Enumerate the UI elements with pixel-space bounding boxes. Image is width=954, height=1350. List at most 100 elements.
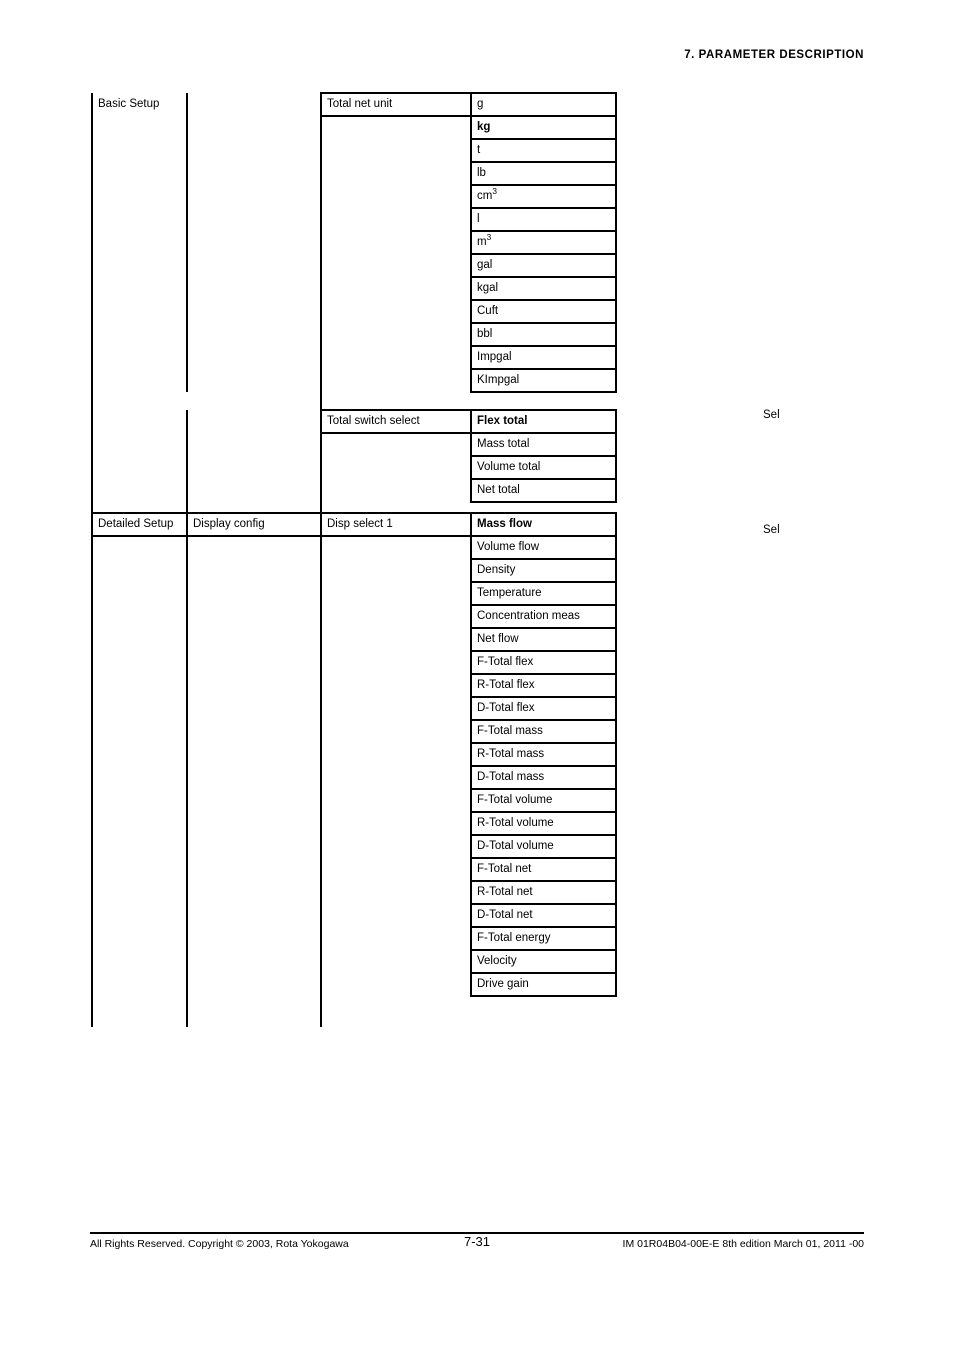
category-level2-continuation	[186, 300, 321, 323]
parameter-name-continuation	[320, 697, 471, 720]
footer-document-code: IM 01R04B04-00E-E 8th edition March 01, …	[622, 1238, 864, 1250]
option-value[interactable]: Velocity	[470, 950, 617, 974]
option-value[interactable]: Mass total	[470, 433, 617, 457]
table-row: Concentration meas	[91, 605, 617, 629]
option-value[interactable]: F-Total mass	[470, 720, 617, 744]
table-row: Net total	[91, 479, 617, 503]
option-value[interactable]: R-Total mass	[470, 743, 617, 767]
category-level2-continuation	[186, 697, 321, 720]
option-value[interactable]: F-Total volume	[470, 789, 617, 813]
category-level2-continuation	[186, 582, 321, 605]
option-value[interactable]: R-Total volume	[470, 812, 617, 836]
category-level2-continuation	[186, 254, 321, 277]
group-spacer-row	[91, 392, 616, 410]
table-row: Net flow	[91, 628, 617, 652]
tail-cell	[91, 996, 187, 1027]
table-row: kgal	[91, 277, 617, 301]
category-level1-continuation	[91, 536, 187, 559]
parameter-name[interactable]: Total net unit	[320, 92, 471, 117]
category-level1-continuation	[91, 582, 187, 605]
parameter-name-continuation	[320, 139, 471, 162]
option-value[interactable]: D-Total mass	[470, 766, 617, 790]
category-level2-continuation	[186, 789, 321, 812]
category-level2-continuation	[186, 904, 321, 927]
option-value[interactable]: m3	[470, 231, 617, 255]
annotation-sel-basic-setup: Sel	[763, 409, 780, 421]
option-value[interactable]: Flex total	[470, 409, 617, 434]
option-value[interactable]: D-Total net	[470, 904, 617, 928]
option-value[interactable]: bbl	[470, 323, 617, 347]
option-value[interactable]: Cuft	[470, 300, 617, 324]
parameter-name[interactable]: Disp select 1	[320, 512, 471, 537]
option-value[interactable]: kgal	[470, 277, 617, 301]
table-row: Temperature	[91, 582, 617, 606]
option-value[interactable]: gal	[470, 254, 617, 278]
table-row: bbl	[91, 323, 617, 347]
option-value[interactable]: Density	[470, 559, 617, 583]
category-level2-continuation	[186, 651, 321, 674]
table-row: lb	[91, 162, 617, 186]
category-level2-continuation	[186, 456, 321, 479]
category-level2-continuation	[186, 231, 321, 254]
option-value[interactable]: F-Total energy	[470, 927, 617, 951]
table-row: F-Total net	[91, 858, 617, 882]
option-value[interactable]: Concentration meas	[470, 605, 617, 629]
option-value[interactable]: l	[470, 208, 617, 232]
option-value[interactable]: Volume flow	[470, 536, 617, 560]
table-row: gal	[91, 254, 617, 278]
option-value[interactable]: Mass flow	[470, 512, 617, 537]
parameter-name-continuation	[320, 812, 471, 835]
option-value[interactable]: Volume total	[470, 456, 617, 480]
option-value[interactable]: kg	[470, 116, 617, 140]
parameter-name-continuation	[320, 369, 471, 392]
spacer-cell	[91, 392, 187, 410]
option-value[interactable]: cm3	[470, 185, 617, 209]
table-row: Volume flow	[91, 536, 617, 560]
option-value[interactable]: D-Total flex	[470, 697, 617, 721]
option-value[interactable]: Drive gain	[470, 973, 617, 997]
category-level1-continuation	[91, 835, 187, 858]
parameter-name-continuation	[320, 162, 471, 185]
category-level2-continuation	[186, 536, 321, 559]
parameter-name[interactable]: Total switch select	[320, 409, 471, 434]
category-level2-continuation	[186, 674, 321, 697]
category-level2-continuation	[186, 369, 321, 392]
option-value[interactable]: Temperature	[470, 582, 617, 606]
category-level2-continuation	[186, 277, 321, 300]
parameter-name-continuation	[320, 720, 471, 743]
option-value[interactable]: lb	[470, 162, 617, 186]
option-value[interactable]: t	[470, 139, 617, 163]
parameter-name-continuation	[320, 973, 471, 996]
category-level1-continuation	[91, 300, 187, 323]
category-level1-continuation	[91, 323, 187, 346]
option-value[interactable]: Net total	[470, 479, 617, 503]
category-level2-continuation	[186, 858, 321, 881]
parameter-name-continuation	[320, 743, 471, 766]
category-level1-continuation	[91, 185, 187, 208]
option-value[interactable]: KImpgal	[470, 369, 617, 393]
table-row: Basic Setup Total net unit g	[91, 92, 617, 117]
option-value[interactable]: Impgal	[470, 346, 617, 370]
parameter-name-continuation	[320, 628, 471, 651]
option-value[interactable]: D-Total volume	[470, 835, 617, 859]
table-row: R-Total flex	[91, 674, 617, 698]
option-value[interactable]: Net flow	[470, 628, 617, 652]
table-row: m3	[91, 231, 617, 255]
option-value[interactable]: F-Total net	[470, 858, 617, 882]
option-value[interactable]: R-Total flex	[470, 674, 617, 698]
parameter-name-continuation	[320, 536, 471, 559]
category-level1-continuation	[91, 208, 187, 231]
option-value[interactable]: R-Total net	[470, 881, 617, 905]
category-level1-continuation	[91, 116, 187, 139]
option-value[interactable]: F-Total flex	[470, 651, 617, 675]
option-value[interactable]: g	[470, 92, 617, 117]
category-level1-continuation	[91, 812, 187, 835]
category-level2-continuation	[186, 208, 321, 231]
table-row: Volume total	[91, 456, 617, 480]
category-level1-continuation	[91, 766, 187, 789]
category-level2-continuation	[186, 162, 321, 185]
parameter-name-continuation	[320, 927, 471, 950]
table-row: D-Total volume	[91, 835, 617, 859]
category-level2-continuation	[186, 881, 321, 904]
category-level1-continuation	[91, 369, 187, 392]
